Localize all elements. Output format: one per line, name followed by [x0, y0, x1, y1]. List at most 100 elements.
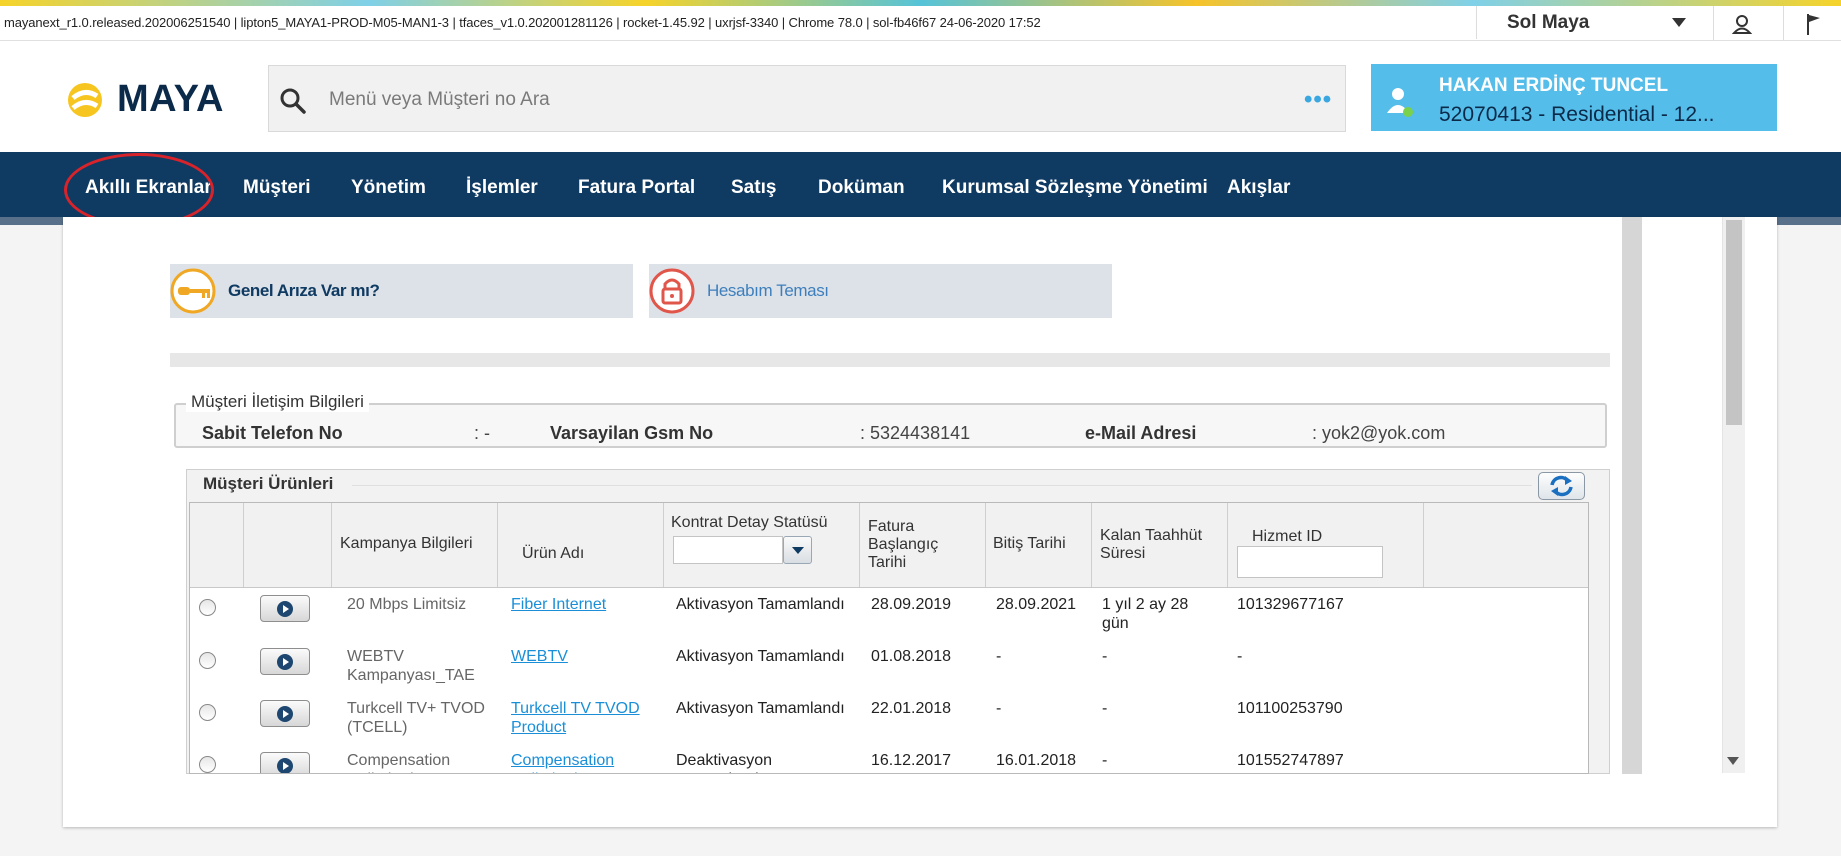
cell-product-link[interactable]: Fiber Internet — [511, 595, 606, 614]
customer-account-info: 52070413 - Residential - 12... — [1439, 103, 1715, 126]
cell-end-date: - — [996, 648, 1002, 665]
cell-campaign: Turkcell TV+ TVOD (TCELL) — [347, 700, 485, 736]
row-radio[interactable] — [199, 704, 216, 721]
cell-end-date: 28.09.2021 — [996, 596, 1077, 613]
flag-icon — [1807, 14, 1820, 35]
cell-service-id: 101100253790 — [1237, 700, 1343, 717]
nav-item-akislar[interactable]: Akışlar — [1227, 177, 1290, 199]
column-separator — [331, 503, 332, 587]
play-icon — [277, 601, 293, 617]
row-radio[interactable] — [199, 652, 216, 669]
cell-service-id: 101552747897 — [1237, 752, 1344, 769]
fixed-phone-value: : - — [474, 423, 490, 443]
nav-item-kurumsal-sozlesme[interactable]: Kurumsal Sözleşme Yönetimi — [942, 177, 1208, 199]
column-separator — [663, 503, 664, 587]
header-invoice-start[interactable]: Fatura Başlangıç Tarihi — [868, 518, 938, 572]
row-radio[interactable] — [199, 599, 216, 616]
column-separator — [985, 503, 986, 587]
refresh-button[interactable] — [1538, 472, 1585, 500]
nav-item-islemler[interactable]: İşlemler — [466, 177, 538, 199]
cell-service-id: - — [1237, 648, 1243, 665]
row-detail-button[interactable] — [260, 595, 310, 622]
header-product-name[interactable]: Ürün Adı — [522, 545, 584, 563]
contract-status-dropdown[interactable] — [783, 536, 812, 564]
header-contract-status[interactable]: Kontrat Detay Statüsü — [671, 514, 828, 532]
column-separator — [1423, 503, 1424, 587]
cell-campaign: 20 Mbps Limitsiz — [347, 596, 467, 613]
user-select-label: Sol Maya — [1507, 12, 1590, 33]
nav-item-dokuman[interactable]: Doküman — [818, 177, 905, 199]
cell-start-date: 16.12.2017 — [871, 752, 952, 769]
email-label: e-Mail Adresi — [1085, 423, 1197, 443]
inner-scrollbar[interactable] — [1622, 217, 1642, 774]
email-value: : yok2@yok.com — [1312, 423, 1446, 443]
cell-service-id: 101329677167 — [1237, 596, 1344, 613]
products-title: Müşteri Ürünleri — [203, 474, 334, 493]
products-title-rule — [352, 485, 1532, 486]
lock-icon — [649, 268, 695, 319]
maya-logo-icon[interactable] — [63, 78, 107, 125]
general-fault-label: Genel Arıza Var mı? — [228, 281, 380, 300]
cell-status: Aktivasyon Tamamlandı — [676, 700, 845, 717]
header-service-id[interactable]: Hizmet ID — [1252, 528, 1322, 546]
flag-button[interactable] — [1783, 6, 1841, 40]
cell-campaign: WEBTV Kampanyası_TAE — [347, 648, 475, 684]
more-options-icon[interactable]: ••• — [1304, 88, 1332, 112]
play-icon — [277, 654, 293, 670]
column-separator — [1227, 503, 1228, 587]
highlight-circle-annotation — [64, 153, 214, 227]
nav-item-satis[interactable]: Satış — [731, 177, 776, 199]
row-detail-button[interactable] — [260, 752, 310, 773]
contract-status-filter[interactable] — [673, 536, 783, 564]
cell-remaining: - — [1102, 700, 1108, 717]
fixed-phone-label: Sabit Telefon No — [202, 423, 343, 443]
column-separator — [243, 503, 244, 587]
nav-item-yonetim[interactable]: Yönetim — [351, 177, 426, 199]
header-remaining[interactable]: Kalan Taahhüt Süresi — [1100, 527, 1202, 563]
row-detail-button[interactable] — [260, 648, 310, 675]
header-end-date[interactable]: Bitiş Tarihi — [993, 535, 1066, 553]
contact-info-legend: Müşteri İletişim Bilgileri — [186, 392, 369, 412]
cell-start-date: 28.09.2019 — [871, 596, 952, 613]
cell-remaining: - — [1102, 648, 1108, 665]
customer-avatar-icon — [1384, 85, 1418, 124]
service-id-filter[interactable] — [1237, 546, 1383, 578]
cell-status: Aktivasyon Tamamlandı — [676, 596, 845, 613]
cell-start-date: 22.01.2018 — [871, 700, 952, 717]
row-detail-button[interactable] — [260, 700, 310, 727]
cell-status: Aktivasyon Tamamlandı — [676, 648, 845, 665]
cell-campaign: Compensation Unlimited ADD — [347, 752, 451, 773]
play-icon — [277, 758, 293, 773]
chevron-down-icon[interactable] — [1672, 18, 1686, 27]
nav-item-fatura-portal[interactable]: Fatura Portal — [578, 177, 695, 199]
search-icon — [279, 87, 307, 120]
gsm-value: : 5324438141 — [860, 423, 971, 443]
cell-remaining: - — [1102, 752, 1108, 769]
row-radio[interactable] — [199, 756, 216, 773]
user-icon — [1731, 15, 1753, 34]
section-divider — [170, 353, 1610, 367]
page-scrollbar-thumb[interactable] — [1726, 220, 1742, 425]
logo-text[interactable]: MAYA — [117, 78, 224, 121]
customer-name: HAKAN ERDİNÇ TUNCEL — [1439, 75, 1669, 96]
gsm-label: Varsayilan Gsm No — [550, 423, 714, 443]
scroll-down-arrow-icon[interactable] — [1727, 757, 1739, 765]
build-info-text: mayanext_r1.0.released.202006251540 | li… — [4, 15, 1041, 30]
refresh-icon — [1550, 475, 1573, 497]
cell-end-date: - — [996, 700, 1002, 717]
cell-remaining: 1 yıl 2 ay 28 gün — [1102, 596, 1189, 632]
play-icon — [277, 706, 293, 722]
key-icon — [170, 268, 216, 319]
chevron-down-icon — [792, 547, 804, 554]
cell-start-date: 01.08.2018 — [871, 648, 952, 665]
account-theme-label: Hesabım Teması — [707, 281, 829, 300]
header-campaign[interactable]: Kampanya Bilgileri — [340, 535, 473, 553]
cell-product-link[interactable]: WEBTV — [511, 647, 568, 666]
column-separator — [859, 503, 860, 587]
cell-product-link[interactable]: Compensation Unlimited ADD — [511, 751, 615, 773]
nav-item-musteri[interactable]: Müşteri — [243, 177, 311, 199]
cell-product-link[interactable]: Turkcell TV TVOD Product — [511, 699, 640, 737]
user-settings-button[interactable] — [1713, 6, 1772, 40]
cell-end-date: 16.01.2018 — [996, 752, 1077, 769]
search-input[interactable] — [327, 86, 1231, 114]
